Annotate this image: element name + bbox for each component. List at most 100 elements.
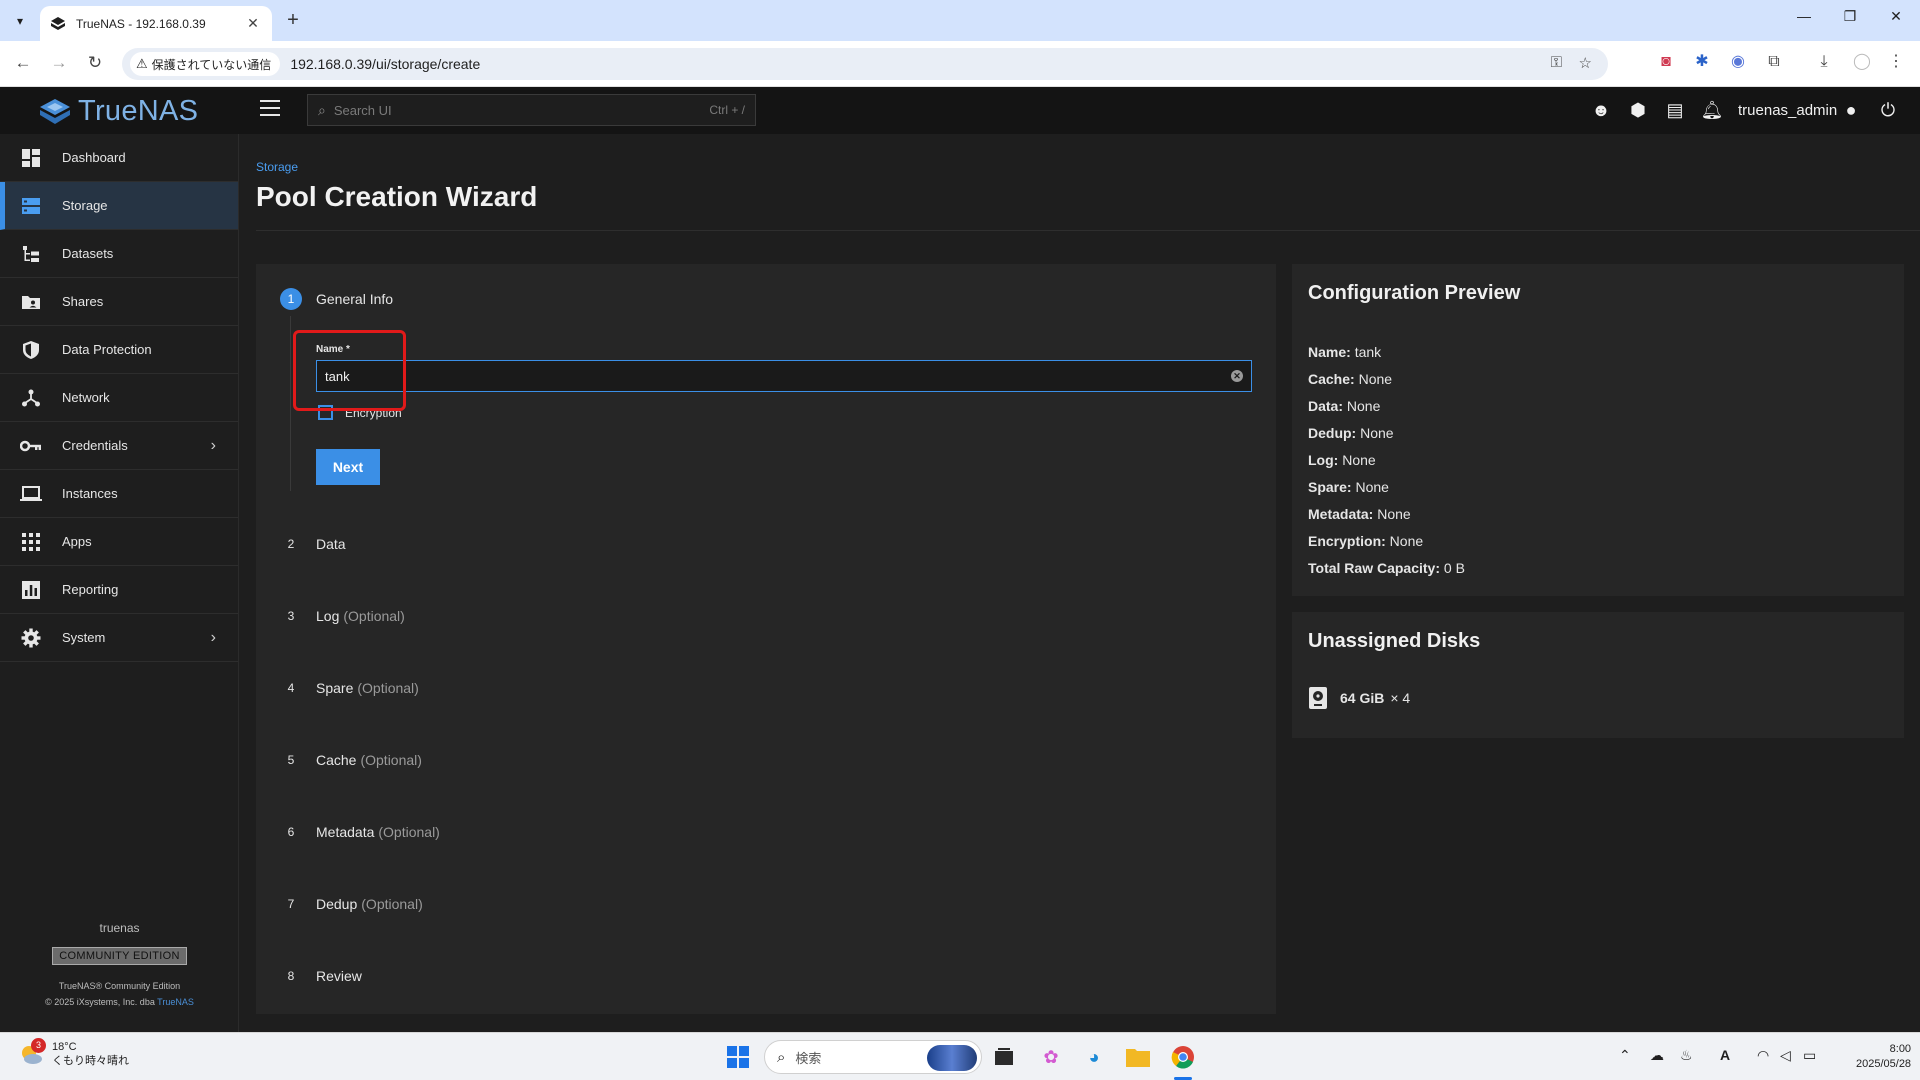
card-title: Unassigned Disks [1308,630,1481,652]
step-log[interactable]: 3 Log (Optional) [280,605,405,627]
clear-input-icon[interactable]: ✕ [1231,370,1243,382]
sidebar-footer: truenas COMMUNITY EDITION TrueNAS® Commu… [0,921,239,1007]
power-icon[interactable]: ⏻ [1876,98,1900,122]
weather-widget[interactable]: 3 18°C くもり時々晴れ [18,1038,129,1068]
sidebar-item-reporting[interactable]: Reporting [0,566,238,614]
truecommand-icon[interactable]: ⬢ [1626,98,1650,122]
windows-start-icon[interactable] [723,1042,753,1072]
extension-icon[interactable]: ✱ [1692,52,1712,72]
chevron-right-icon: › [210,628,216,646]
step-number: 1 [280,288,302,310]
task-view-icon[interactable] [989,1042,1019,1072]
browser-menu-icon[interactable]: ⋮ [1886,52,1906,72]
truenas-link[interactable]: TrueNAS [157,997,194,1007]
extensions-puzzle-icon[interactable]: ⧉ [1764,52,1784,72]
name-input[interactable] [325,368,1231,384]
step-spare[interactable]: 4 Spare (Optional) [280,677,419,699]
onedrive-cloud-icon[interactable]: ☁ [1650,1047,1664,1064]
browser-tab[interactable]: TrueNAS - 192.168.0.39 ✕ [40,6,272,41]
close-tab-icon[interactable]: ✕ [244,15,262,32]
sidebar-item-storage[interactable]: Storage [0,182,238,230]
sidebar-item-datasets[interactable]: Datasets [0,230,238,278]
url-text[interactable]: 192.168.0.39/ui/storage/create [290,56,480,72]
file-explorer-icon[interactable] [1123,1042,1153,1072]
truenas-logo-icon [40,98,70,124]
step-dedup[interactable]: 7 Dedup (Optional) [280,893,423,915]
search-input[interactable] [333,102,710,118]
step-data[interactable]: 2 Data [280,533,346,555]
browser-tab-bar: ▾ TrueNAS - 192.168.0.39 ✕ + — ❐ ✕ [0,0,1920,41]
tray-overflow-chevron-icon[interactable]: ⌃ [1619,1047,1631,1064]
hamburger-menu-icon[interactable] [260,100,280,116]
step-review[interactable]: 8 Review [280,965,362,987]
jobs-clipboard-icon[interactable]: ▤ [1663,98,1687,122]
step-optional: (Optional) [361,896,423,912]
security-chip[interactable]: ⚠ 保護されていない通信 [130,52,281,76]
address-bar[interactable]: ⚠ 保護されていない通信 192.168.0.39/ui/storage/cre… [122,48,1608,80]
taskbar-search[interactable]: ⌕ 検索 [764,1040,982,1074]
volume-icon[interactable]: ◁ [1780,1047,1791,1064]
step-cache[interactable]: 5 Cache (Optional) [280,749,422,771]
step-connector [290,316,291,491]
step-label: Log [316,608,340,624]
tab-search-chevron-icon[interactable]: ▾ [8,9,32,33]
profile-icon[interactable]: ◯ [1852,52,1872,72]
feedback-smiley-icon[interactable]: ☻ [1589,98,1613,122]
sidebar-item-shares[interactable]: Shares [0,278,238,326]
breadcrumb-storage[interactable]: Storage [256,160,298,174]
password-key-icon[interactable]: ⚿ [1551,54,1562,71]
minimize-icon[interactable]: — [1784,8,1824,24]
system-clock[interactable]: 8:00 2025/05/28 [1856,1042,1911,1072]
encryption-checkbox[interactable] [318,405,333,420]
encryption-checkbox-row[interactable]: Encryption [318,405,402,420]
network-icon [20,387,42,409]
preview-row-metadata: Metadata: None [1308,506,1411,522]
ime-mode-icon[interactable]: A [1720,1047,1730,1063]
battery-icon[interactable]: ▭ [1803,1047,1816,1064]
sidebar-item-system[interactable]: System › [0,614,238,662]
download-icon[interactable]: ⤓ [1814,52,1834,72]
edge-browser-icon[interactable]: ◕ [1079,1042,1109,1072]
sidebar-item-apps[interactable]: Apps [0,518,238,566]
sidebar-item-label: Data Protection [62,342,152,357]
next-button[interactable]: Next [316,449,380,485]
truenas-logo[interactable]: TrueNAS [38,95,198,128]
account-circle-icon[interactable]: ● [1839,98,1863,122]
key-icon [20,435,42,457]
disk-group-row: 64 GiB × 4 [1308,686,1410,710]
preview-row-name: Name: tank [1308,344,1382,360]
sidebar-item-credentials[interactable]: Credentials › [0,422,238,470]
step-general-info[interactable]: 1 General Info [280,288,393,310]
reload-icon[interactable]: ↻ [84,53,106,73]
restore-icon[interactable]: ❐ [1830,8,1870,25]
sidebar-item-network[interactable]: Network [0,374,238,422]
sidebar-item-label: Credentials [62,438,128,453]
preview-row-cache: Cache: None [1308,371,1393,387]
window-close-icon[interactable]: ✕ [1876,8,1916,25]
new-tab-icon[interactable]: + [282,10,304,32]
sidebar-item-data-protection[interactable]: Data Protection [0,326,238,374]
bookmark-star-icon[interactable]: ☆ [1579,54,1592,72]
sidebar: Dashboard Storage Datasets Shares Data P… [0,134,239,1032]
copilot-icon[interactable]: ✿ [1036,1042,1066,1072]
lens-extension-icon[interactable]: ◉ [1728,52,1748,72]
back-icon[interactable]: ← [12,53,34,73]
step-number: 6 [287,825,295,839]
search-ui[interactable]: ⌕ Ctrl + / [307,94,756,126]
preview-row-total-raw-capacity: Total Raw Capacity: 0 B [1308,560,1465,576]
preview-row-log: Log: None [1308,452,1376,468]
chrome-icon[interactable] [1168,1042,1198,1072]
sidebar-item-instances[interactable]: Instances [0,470,238,518]
tray-app-icon[interactable]: ♨ [1680,1047,1693,1064]
sidebar-item-label: Reporting [62,582,119,597]
username[interactable]: truenas_admin [1738,102,1837,119]
notifications-bell-icon[interactable]: 🔔︎ [1700,98,1724,122]
clock-time: 8:00 [1889,1043,1912,1055]
wifi-icon[interactable]: ◠ [1757,1047,1769,1064]
shield-icon [20,339,42,361]
name-field[interactable]: ✕ [316,360,1252,392]
step-metadata[interactable]: 6 Metadata (Optional) [280,821,440,843]
sidebar-item-dashboard[interactable]: Dashboard [0,134,238,182]
forward-icon[interactable]: → [48,53,70,73]
pocket-extension-icon[interactable]: ◙ [1656,52,1676,72]
